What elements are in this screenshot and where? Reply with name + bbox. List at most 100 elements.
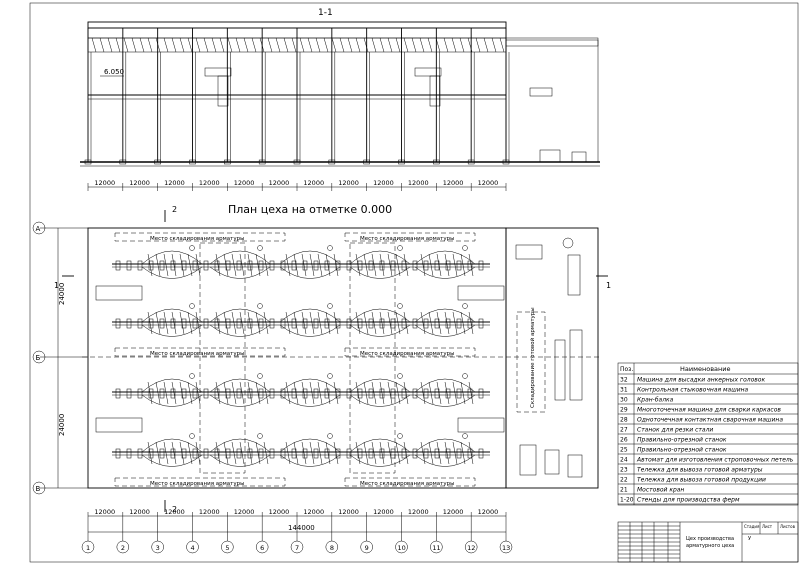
plan-title: План цеха на отметке 0.000 [228, 203, 392, 216]
truss-web [301, 441, 307, 465]
truss-web [452, 311, 458, 335]
row-span-1: 24000 [58, 283, 66, 305]
row-axis-label: В [36, 485, 41, 493]
truss-web [179, 381, 185, 405]
truss-web [452, 441, 458, 465]
truss-web [468, 381, 474, 405]
truss-web [325, 253, 331, 277]
stand-clamp [324, 388, 330, 399]
truss-web [171, 311, 177, 335]
truss-web [387, 441, 393, 465]
stand-clamp [159, 318, 165, 329]
storage-label: Место складирования арматуры [150, 351, 244, 357]
annex-equipment [539, 149, 561, 163]
plan-span-label: 12000 [373, 508, 394, 516]
legend-pos: 1-20 [620, 497, 634, 504]
truss-diagonal [203, 37, 209, 53]
plan-span-label: 12000 [234, 508, 255, 516]
truss-web [436, 253, 442, 277]
stand-clamp [412, 448, 418, 459]
technical-drawing: 1-1 6.050 12000 12000 12000 12000 12000 12000… [29, 2, 799, 563]
stand-clamp [192, 448, 198, 459]
truss-diagonal [179, 37, 185, 53]
plan-span-label: 12000 [478, 508, 499, 516]
row-axis-label: Б [36, 354, 41, 362]
stand-clamp [214, 388, 220, 399]
stand-clamp [456, 260, 462, 271]
truss-web [247, 381, 253, 405]
stand-clamp [203, 388, 209, 399]
truss-web [317, 441, 323, 465]
truss-diagonal [131, 37, 137, 53]
truss-diagonal [291, 37, 297, 53]
stamp-stage-value: У [748, 536, 751, 542]
section-span-label: 12000 [199, 179, 220, 187]
truss-web [301, 381, 307, 405]
legend-name: Машина для высадки анкерных головок [637, 377, 765, 384]
truss-web [436, 381, 442, 405]
truss-diagonal [107, 37, 113, 53]
legend-pos: 30 [620, 397, 628, 404]
row-span-2: 24000 [58, 414, 66, 436]
plan-span-label: 12000 [408, 508, 429, 516]
truss-web [452, 381, 458, 405]
truss-hatch [91, 37, 505, 53]
position-marker [257, 433, 263, 439]
position-marker [397, 433, 403, 439]
section-span-label: 12000 [94, 179, 115, 187]
section-dimensions: 12000 12000 12000 12000 12000 12000 12000 12000… [87, 179, 507, 191]
truss-web [452, 253, 458, 277]
truss-web [379, 441, 385, 465]
stand-clamp [115, 260, 121, 271]
vertical-storage-label: Складирование готовой арматуры [529, 307, 536, 408]
stand-clamp [269, 260, 275, 271]
truss-web [195, 253, 201, 277]
stand-clamp [258, 388, 264, 399]
truss-diagonal [411, 37, 417, 53]
truss-web [333, 253, 339, 277]
storage-label: Место складирования арматуры [360, 236, 454, 242]
position-marker [462, 433, 468, 439]
truss-web [333, 381, 339, 405]
truss-web [436, 441, 442, 465]
truss-web [231, 381, 237, 405]
position-marker [327, 245, 333, 251]
plan-span-label: 12000 [94, 508, 115, 516]
truss-web [428, 441, 434, 465]
col-axis-label: 1 [86, 544, 90, 552]
truss-diagonal [395, 37, 401, 53]
legend-pos: 24 [620, 457, 628, 464]
truss-diagonal [459, 37, 465, 53]
truss-diagonal [499, 37, 505, 53]
truss-diagonal [99, 37, 105, 53]
truss-web [325, 311, 331, 335]
truss-diagonal [243, 37, 249, 53]
truss-web [317, 311, 323, 335]
truss-web [379, 381, 385, 405]
truss-diagonal [403, 37, 409, 53]
legend-name: Правильно-отрезной станок [637, 437, 727, 444]
truss-diagonal [315, 37, 321, 53]
truss-web [247, 311, 253, 335]
truss-web [155, 253, 161, 277]
truss-web [163, 253, 169, 277]
col-axis-label: 4 [191, 544, 195, 552]
truss-diagonal [195, 37, 201, 53]
truss-web [163, 441, 169, 465]
stand-clamp [324, 260, 330, 271]
truss-web [333, 311, 339, 335]
stand-clamp [214, 448, 220, 459]
truss-web [363, 253, 369, 277]
legend-pos: 32 [620, 377, 628, 384]
stand-clamp [115, 318, 121, 329]
stand-clamp [170, 318, 176, 329]
stand-clamp [170, 388, 176, 399]
plan-span-label: 12000 [129, 508, 150, 516]
truss-diagonal [483, 37, 489, 53]
truss-diagonal [235, 37, 241, 53]
truss-diagonal [115, 37, 121, 53]
truss-web [387, 381, 393, 405]
annex-block [505, 39, 599, 163]
stand-clamp [346, 388, 352, 399]
truss-web [395, 441, 401, 465]
